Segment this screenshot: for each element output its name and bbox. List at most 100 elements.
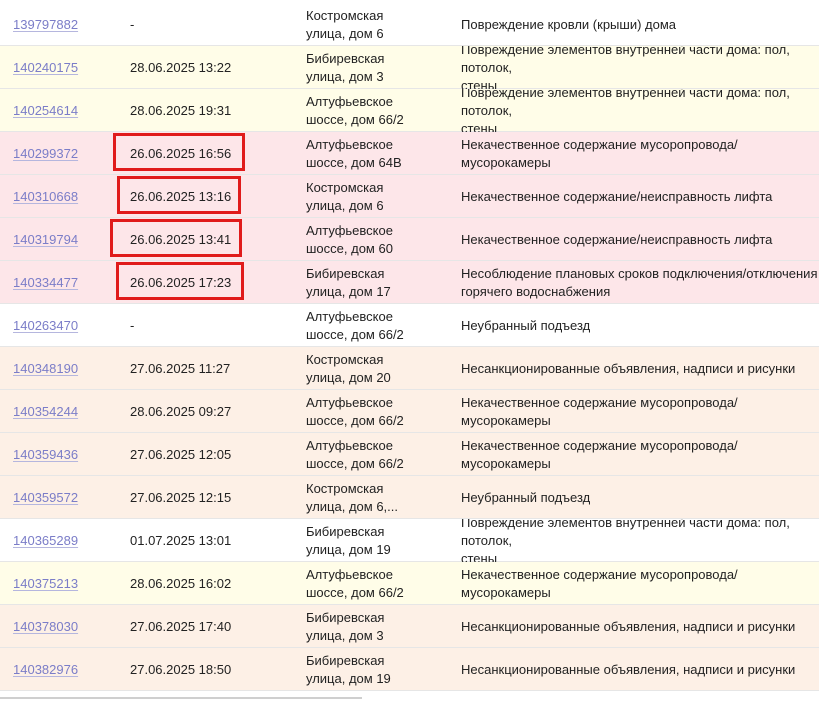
request-description-text: Некачественное содержание/неисправность … — [461, 231, 773, 247]
request-date: 26.06.2025 13:16 — [130, 175, 300, 218]
request-date-text: - — [130, 16, 135, 32]
request-description: Некачественное содержание мусоропровода/… — [461, 433, 819, 476]
request-date: 27.06.2025 12:15 — [130, 476, 300, 519]
request-address-text: Костромская улица, дом 6 — [306, 7, 384, 41]
request-description-text: Неубранный подъезд — [461, 489, 591, 505]
table-row: 140382976 27.06.2025 18:50 Бибиревская ули… — [0, 648, 819, 691]
request-description: Неубранный подъезд — [461, 476, 819, 519]
table-bottom-divider — [0, 697, 362, 699]
request-id-link[interactable]: 140365289 — [13, 532, 78, 550]
request-address-text: Бибиревская улица, дом 3 — [306, 50, 385, 84]
request-date: 28.06.2025 19:31 — [130, 89, 300, 132]
request-description-text: Повреждение элементов внутренней части д… — [461, 519, 790, 562]
request-id-link[interactable]: 140240175 — [13, 59, 78, 77]
table-row: 140365289 01.07.2025 13:01 Бибиревская ули… — [0, 519, 819, 562]
request-id-link[interactable]: 140254614 — [13, 102, 78, 120]
request-description-text: Несанкционированные объявления, надписи … — [461, 661, 796, 677]
table-row: 140299372 26.06.2025 16:56 Алтуфьевское шо… — [0, 132, 819, 175]
request-date-text: 27.06.2025 12:15 — [130, 489, 232, 505]
request-address: Алтуфьевское шоссе, дом 66/2 — [306, 433, 456, 476]
request-description-text: Некачественное содержание мусоропровода/… — [461, 394, 738, 428]
request-description: Повреждение кровли (крыши) дома — [461, 3, 819, 46]
request-address-text: Бибиревская улица, дом 3 — [306, 609, 385, 643]
request-description-text: Несоблюдение плановых сроков подключения… — [461, 265, 818, 299]
request-address-text: Алтуфьевское шоссе, дом 66/2 — [306, 394, 404, 428]
request-id-link[interactable]: 140382976 — [13, 661, 78, 679]
request-description-text: Несанкционированные объявления, надписи … — [461, 360, 796, 376]
request-id-link[interactable]: 140354244 — [13, 403, 78, 421]
request-date: 26.06.2025 17:23 — [130, 261, 300, 304]
request-description-text: Повреждение элементов внутренней части д… — [461, 89, 790, 132]
request-address-text: Алтуфьевское шоссе, дом 66/2 — [306, 93, 404, 127]
request-address: Алтуфьевское шоссе, дом 66/2 — [306, 562, 456, 605]
request-date-text: 28.06.2025 19:31 — [130, 102, 232, 118]
request-id-link[interactable]: 140359572 — [13, 489, 78, 507]
request-date: 27.06.2025 18:50 — [130, 648, 300, 691]
request-description: Повреждение элементов внутренней части д… — [461, 46, 819, 89]
request-id-link[interactable]: 140319794 — [13, 231, 78, 249]
request-description-text: Неубранный подъезд — [461, 317, 591, 333]
request-id-link[interactable]: 140299372 — [13, 145, 78, 163]
request-date-text: 26.06.2025 16:56 — [130, 145, 232, 161]
request-description-text: Несанкционированные объявления, надписи … — [461, 618, 796, 634]
request-address: Алтуфьевское шоссе, дом 66/2 — [306, 89, 456, 132]
request-date-text: 27.06.2025 12:05 — [130, 446, 232, 462]
request-id-link[interactable]: 140334477 — [13, 274, 78, 292]
request-date-text: 27.06.2025 17:40 — [130, 618, 232, 634]
request-address-text: Бибиревская улица, дом 17 — [306, 265, 391, 299]
request-description: Некачественное содержание/неисправность … — [461, 218, 819, 261]
request-date: 26.06.2025 16:56 — [130, 132, 300, 175]
request-description-text: Повреждение элементов внутренней части д… — [461, 46, 790, 89]
table-row: 140348190 27.06.2025 11:27 Костромская ули… — [0, 347, 819, 390]
request-date: 28.06.2025 13:22 — [130, 46, 300, 89]
request-id-cell: 140359436 — [13, 433, 118, 476]
table-row: 140240175 28.06.2025 13:22 Бибиревская ули… — [0, 46, 819, 89]
request-id-link[interactable]: 140310668 — [13, 188, 78, 206]
table-row: 140375213 28.06.2025 16:02 Алтуфьевское шо… — [0, 562, 819, 605]
request-address: Костромская улица, дом 6 — [306, 175, 456, 218]
request-date: 27.06.2025 12:05 — [130, 433, 300, 476]
request-address: Костромская улица, дом 6 — [306, 3, 456, 46]
request-address: Алтуфьевское шоссе, дом 64В — [306, 132, 456, 175]
request-address: Бибиревская улица, дом 19 — [306, 519, 456, 562]
request-description-text: Некачественное содержание мусоропровода/… — [461, 136, 738, 170]
request-id-link[interactable]: 140378030 — [13, 618, 78, 636]
request-id-link[interactable]: 140375213 — [13, 575, 78, 593]
request-description-text: Некачественное содержание мусоропровода/… — [461, 437, 738, 471]
request-description-text: Некачественное содержание/неисправность … — [461, 188, 773, 204]
request-address-text: Алтуфьевское шоссе, дом 66/2 — [306, 437, 404, 471]
request-date-text: 28.06.2025 09:27 — [130, 403, 232, 419]
request-description: Повреждение элементов внутренней части д… — [461, 89, 819, 132]
request-id-cell: 140348190 — [13, 347, 118, 390]
request-address-text: Костромская улица, дом 20 — [306, 351, 391, 385]
table-row: 140378030 27.06.2025 17:40 Бибиревская ули… — [0, 605, 819, 648]
request-id-link[interactable]: 140263470 — [13, 317, 78, 335]
request-description: Некачественное содержание мусоропровода/… — [461, 390, 819, 433]
request-id-cell: 139797882 — [13, 3, 118, 46]
table-row: 140310668 26.06.2025 13:16 Костромская ули… — [0, 175, 819, 218]
request-description: Повреждение элементов внутренней части д… — [461, 519, 819, 562]
request-id-cell: 140365289 — [13, 519, 118, 562]
request-description: Несанкционированные объявления, надписи … — [461, 347, 819, 390]
request-date-text: 27.06.2025 11:27 — [130, 360, 231, 376]
request-id-cell: 140354244 — [13, 390, 118, 433]
request-id-cell: 140240175 — [13, 46, 118, 89]
request-date-text: 27.06.2025 18:50 — [130, 661, 232, 677]
table-row: 140354244 28.06.2025 09:27 Алтуфьевское шо… — [0, 390, 819, 433]
table-row: 140359572 27.06.2025 12:15 Костромская ули… — [0, 476, 819, 519]
request-description: Неубранный подъезд — [461, 304, 819, 347]
request-id-link[interactable]: 140359436 — [13, 446, 78, 464]
request-date: 26.06.2025 13:41 — [130, 218, 300, 261]
request-description-text: Повреждение кровли (крыши) дома — [461, 16, 677, 32]
request-id-link[interactable]: 140348190 — [13, 360, 78, 378]
request-description: Некачественное содержание мусоропровода/… — [461, 562, 819, 605]
table-row: 139797882 - Костромская улица, дом 6 Повреж… — [0, 3, 819, 46]
request-id-cell: 140334477 — [13, 261, 118, 304]
request-address-text: Бибиревская улица, дом 19 — [306, 523, 391, 557]
request-address: Бибиревская улица, дом 19 — [306, 648, 456, 691]
request-address-text: Алтуфьевское шоссе, дом 66/2 — [306, 308, 404, 342]
request-id-link[interactable]: 139797882 — [13, 16, 78, 34]
request-id-cell: 140319794 — [13, 218, 118, 261]
table-row: 140319794 26.06.2025 13:41 Алтуфьевское шо… — [0, 218, 819, 261]
request-address: Костромская улица, дом 20 — [306, 347, 456, 390]
